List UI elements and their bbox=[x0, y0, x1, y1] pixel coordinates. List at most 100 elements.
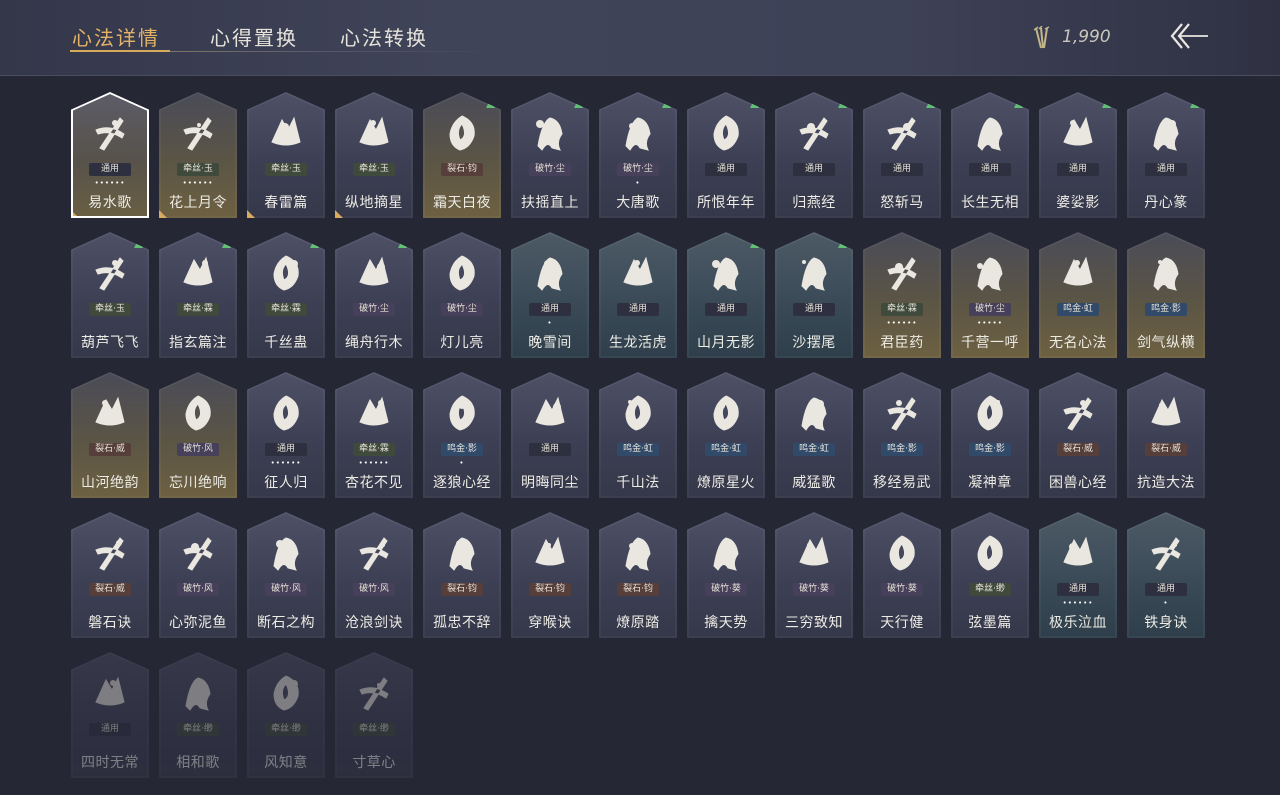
xinfa-card[interactable]: 牵丝·玉 春雷篇 bbox=[247, 92, 325, 218]
card-school-tag: 裂石·威 bbox=[89, 583, 131, 596]
xinfa-card[interactable]: 裂石·钧 穿喉诀 bbox=[511, 512, 589, 638]
xinfa-card[interactable]: 破竹·风 断石之构 bbox=[247, 512, 325, 638]
xinfa-card[interactable]: 通用 生龙活虎 bbox=[599, 232, 677, 358]
upgrade-arrow-icon bbox=[1190, 99, 1199, 108]
xinfa-card[interactable]: 裂石·钧 霜天白夜 bbox=[423, 92, 501, 218]
dragon-coil-icon bbox=[95, 676, 125, 706]
xinfa-card[interactable]: 破竹·葵 三穷致知 bbox=[775, 512, 853, 638]
card-level-dots bbox=[775, 459, 853, 467]
card-name: 威猛歌 bbox=[792, 475, 836, 491]
card-level-dots bbox=[863, 179, 941, 187]
xinfa-card[interactable]: 鸣金·影 移经易武 bbox=[863, 372, 941, 498]
card-name: 纵地摘星 bbox=[345, 195, 403, 211]
xinfa-card[interactable]: 破竹·尘 绳舟行木 bbox=[335, 232, 413, 358]
xinfa-card[interactable]: 破竹·葵 擒天势 bbox=[687, 512, 765, 638]
card-school-tag: 鸣金·虹 bbox=[617, 443, 659, 456]
xinfa-card[interactable]: 破竹·风 忘川绝响 bbox=[159, 372, 237, 498]
tab-xinfa-convert[interactable]: 心法转换 bbox=[340, 22, 428, 51]
xinfa-card[interactable]: 通用 • 铁身诀 bbox=[1127, 512, 1205, 638]
rearing-horse-icon bbox=[625, 537, 651, 571]
xinfa-card[interactable]: 鸣金·影 凝神章 bbox=[951, 372, 1029, 498]
card-school-tag: 通用 bbox=[529, 303, 571, 316]
xinfa-card[interactable]: 破竹·尘 扶摇直上 bbox=[511, 92, 589, 218]
card-name: 千山法 bbox=[616, 475, 660, 491]
back-arrow-icon[interactable] bbox=[1166, 20, 1212, 52]
card-level-dots: •••••• bbox=[182, 179, 214, 187]
upgrade-arrow-icon bbox=[838, 99, 847, 108]
axe-icon bbox=[449, 537, 475, 571]
xinfa-card[interactable]: 鸣金·影 剑气纵横 bbox=[1127, 232, 1205, 358]
card-name: 婆娑影 bbox=[1056, 195, 1100, 211]
xinfa-card[interactable]: 破竹·尘 • 大唐歌 bbox=[599, 92, 677, 218]
crab-icon bbox=[273, 675, 299, 711]
xinfa-card[interactable]: 通用 •••••• 极乐泣血 bbox=[1039, 512, 1117, 638]
card-level-dots bbox=[1127, 319, 1205, 327]
card-level-dots bbox=[335, 599, 413, 607]
xinfa-card[interactable]: 牵丝·缈 弦墨篇 bbox=[951, 512, 1029, 638]
xinfa-card[interactable]: 牵丝·霖 •••••• 杏花不见 bbox=[335, 372, 413, 498]
card-school-tag: 牵丝·缈 bbox=[177, 723, 219, 736]
card-level-dots bbox=[1127, 459, 1205, 467]
xinfa-card[interactable]: 牵丝·玉 葫芦飞飞 bbox=[71, 232, 149, 358]
xinfa-card[interactable]: 通用 怒斩马 bbox=[863, 92, 941, 218]
card-level-dots bbox=[599, 599, 677, 607]
xinfa-card[interactable]: 鸣金·影 • 逐狼心经 bbox=[423, 372, 501, 498]
swallow-icon bbox=[799, 117, 829, 151]
card-level-dots bbox=[335, 179, 413, 187]
xinfa-card[interactable]: 牵丝·霖 指玄篇注 bbox=[159, 232, 237, 358]
moon-blade-icon bbox=[712, 257, 739, 291]
xinfa-card[interactable]: 通用 婆娑影 bbox=[1039, 92, 1117, 218]
xinfa-card[interactable]: 通用 长生无相 bbox=[951, 92, 1029, 218]
card-school-tag: 裂石·威 bbox=[1057, 443, 1099, 456]
card-school-tag: 破竹·葵 bbox=[705, 583, 747, 596]
card-name: 天行健 bbox=[880, 615, 924, 631]
bell-icon bbox=[1151, 396, 1181, 426]
xinfa-card[interactable]: 牵丝·缈 寸草心 bbox=[335, 652, 413, 778]
xinfa-card[interactable]: 鸣金·虹 燎原星火 bbox=[687, 372, 765, 498]
top-bar: 心法详情 心得置换 心法转换 1,990 bbox=[0, 0, 1280, 76]
bow-icon bbox=[977, 395, 1003, 431]
xinfa-card[interactable]: 裂石·威 抗造大法 bbox=[1127, 372, 1205, 498]
xinfa-card[interactable]: 通用 •••••• 征人归 bbox=[247, 372, 325, 498]
xinfa-card[interactable]: 通用 沙摆尾 bbox=[775, 232, 853, 358]
xinfa-card[interactable]: 裂石·钧 燎原踏 bbox=[599, 512, 677, 638]
upgrade-arrow-icon bbox=[398, 239, 407, 248]
xinfa-card[interactable]: 通用 •••••• 易水歌 bbox=[71, 92, 149, 218]
xinfa-card[interactable]: 牵丝·霖 •••••• 君臣药 bbox=[863, 232, 941, 358]
xinfa-card[interactable]: 裂石·威 山河绝韵 bbox=[71, 372, 149, 498]
xinfa-card[interactable]: 裂石·威 困兽心经 bbox=[1039, 372, 1117, 498]
xinfa-card[interactable]: 通用 四时无常 bbox=[71, 652, 149, 778]
card-school-tag: 通用 bbox=[1145, 163, 1187, 176]
card-level-dots bbox=[423, 319, 501, 327]
xinfa-card[interactable]: 裂石·钧 孤忠不辞 bbox=[423, 512, 501, 638]
xinfa-card[interactable]: 破竹·风 沧浪剑诀 bbox=[335, 512, 413, 638]
tab-xinde-exchange[interactable]: 心得置换 bbox=[210, 22, 298, 51]
xinfa-card[interactable]: 鸣金·虹 无名心法 bbox=[1039, 232, 1117, 358]
xinfa-card[interactable]: 牵丝·缈 风知意 bbox=[247, 652, 325, 778]
xinfa-card[interactable]: 鸣金·虹 威猛歌 bbox=[775, 372, 853, 498]
xinfa-card[interactable]: 牵丝·缈 相和歌 bbox=[159, 652, 237, 778]
xinfa-card[interactable]: 牵丝·霖 千丝蛊 bbox=[247, 232, 325, 358]
xinfa-card[interactable]: 通用 归燕经 bbox=[775, 92, 853, 218]
card-level-dots: •••••• bbox=[94, 179, 126, 187]
card-level-dots bbox=[247, 319, 325, 327]
xinfa-card[interactable]: 破竹·葵 天行健 bbox=[863, 512, 941, 638]
statue-icon bbox=[977, 117, 1003, 151]
xinfa-card[interactable]: 破竹·风 心弥泥鱼 bbox=[159, 512, 237, 638]
card-level-dots bbox=[71, 599, 149, 607]
xinfa-card[interactable]: 通用 明晦同尘 bbox=[511, 372, 589, 498]
xinfa-card[interactable]: 通用 所恨年年 bbox=[687, 92, 765, 218]
xinfa-card[interactable]: 鸣金·虹千山法 bbox=[599, 372, 677, 498]
xinfa-card[interactable]: 裂石·威 磐石诀 bbox=[71, 512, 149, 638]
xinfa-card[interactable]: 牵丝·玉 纵地摘星 bbox=[335, 92, 413, 218]
xinfa-card[interactable]: 破竹·尘 ••••• 千营一呼 bbox=[951, 232, 1029, 358]
tab-xinfa-details[interactable]: 心法详情 bbox=[72, 22, 160, 51]
xinfa-card[interactable]: 破竹·尘 灯儿亮 bbox=[423, 232, 501, 358]
xinfa-card[interactable]: 牵丝·玉 •••••• 花上月令 bbox=[159, 92, 237, 218]
xinfa-card[interactable]: 通用 • 晚雪间 bbox=[511, 232, 589, 358]
xinfa-card[interactable]: 通用 山月无影 bbox=[687, 232, 765, 358]
snake-staff-icon bbox=[535, 396, 565, 426]
wolf-icon bbox=[449, 395, 475, 431]
xinfa-card[interactable]: 通用 丹心篆 bbox=[1127, 92, 1205, 218]
card-name: 千丝蛊 bbox=[264, 335, 308, 351]
